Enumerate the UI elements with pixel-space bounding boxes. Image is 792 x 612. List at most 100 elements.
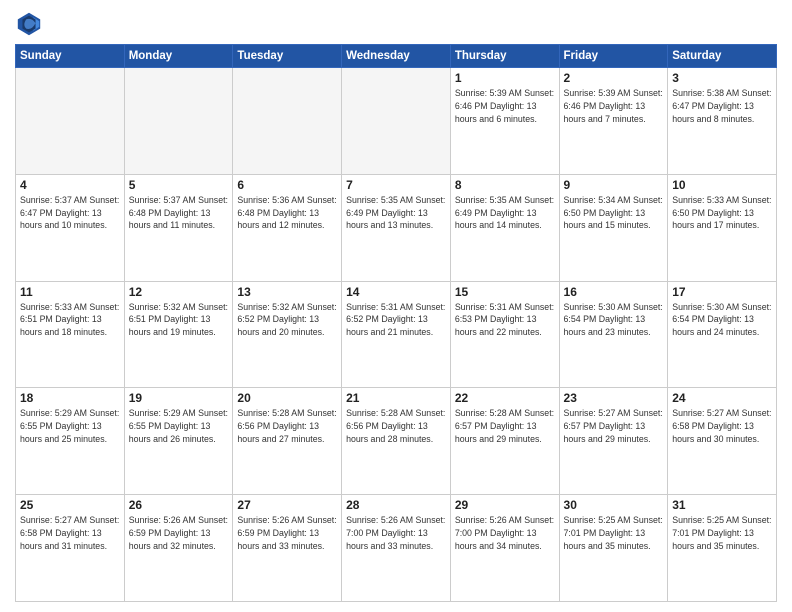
day-number: 5 bbox=[129, 178, 229, 192]
day-info: Sunrise: 5:26 AM Sunset: 7:00 PM Dayligh… bbox=[455, 514, 555, 552]
day-cell: 30 Sunrise: 5:25 AM Sunset: 7:01 PM Dayli… bbox=[559, 495, 668, 602]
day-info: Sunrise: 5:39 AM Sunset: 6:46 PM Dayligh… bbox=[564, 87, 664, 125]
day-number: 1 bbox=[455, 71, 555, 85]
col-header-thursday: Thursday bbox=[450, 45, 559, 68]
day-cell: 6 Sunrise: 5:36 AM Sunset: 6:48 PM Daylig… bbox=[233, 174, 342, 281]
day-number: 20 bbox=[237, 391, 337, 405]
day-info: Sunrise: 5:33 AM Sunset: 6:50 PM Dayligh… bbox=[672, 194, 772, 232]
day-info: Sunrise: 5:28 AM Sunset: 6:57 PM Dayligh… bbox=[455, 407, 555, 445]
day-cell: 7 Sunrise: 5:35 AM Sunset: 6:49 PM Daylig… bbox=[342, 174, 451, 281]
day-info: Sunrise: 5:35 AM Sunset: 6:49 PM Dayligh… bbox=[346, 194, 446, 232]
day-cell: 20 Sunrise: 5:28 AM Sunset: 6:56 PM Dayli… bbox=[233, 388, 342, 495]
day-cell: 31 Sunrise: 5:25 AM Sunset: 7:01 PM Dayli… bbox=[668, 495, 777, 602]
day-info: Sunrise: 5:27 AM Sunset: 6:57 PM Dayligh… bbox=[564, 407, 664, 445]
day-number: 15 bbox=[455, 285, 555, 299]
day-info: Sunrise: 5:37 AM Sunset: 6:48 PM Dayligh… bbox=[129, 194, 229, 232]
col-header-monday: Monday bbox=[124, 45, 233, 68]
day-info: Sunrise: 5:31 AM Sunset: 6:52 PM Dayligh… bbox=[346, 301, 446, 339]
week-row-1: 1 Sunrise: 5:39 AM Sunset: 6:46 PM Daylig… bbox=[16, 68, 777, 175]
day-number: 19 bbox=[129, 391, 229, 405]
day-cell: 4Sunrise: 5:37 AM Sunset: 6:47 PM Daylig… bbox=[16, 174, 125, 281]
day-info: Sunrise: 5:26 AM Sunset: 6:59 PM Dayligh… bbox=[237, 514, 337, 552]
day-cell: 24 Sunrise: 5:27 AM Sunset: 6:58 PM Dayli… bbox=[668, 388, 777, 495]
day-info: Sunrise: 5:34 AM Sunset: 6:50 PM Dayligh… bbox=[564, 194, 664, 232]
day-number: 21 bbox=[346, 391, 446, 405]
day-number: 28 bbox=[346, 498, 446, 512]
day-info: Sunrise: 5:35 AM Sunset: 6:49 PM Dayligh… bbox=[455, 194, 555, 232]
logo bbox=[15, 10, 47, 38]
day-cell: 5 Sunrise: 5:37 AM Sunset: 6:48 PM Daylig… bbox=[124, 174, 233, 281]
col-header-saturday: Saturday bbox=[668, 45, 777, 68]
day-info: Sunrise: 5:26 AM Sunset: 7:00 PM Dayligh… bbox=[346, 514, 446, 552]
calendar-table: SundayMondayTuesdayWednesdayThursdayFrid… bbox=[15, 44, 777, 602]
day-cell: 29Sunrise: 5:26 AM Sunset: 7:00 PM Dayli… bbox=[450, 495, 559, 602]
week-row-2: 4Sunrise: 5:37 AM Sunset: 6:47 PM Daylig… bbox=[16, 174, 777, 281]
day-number: 10 bbox=[672, 178, 772, 192]
day-info: Sunrise: 5:30 AM Sunset: 6:54 PM Dayligh… bbox=[564, 301, 664, 339]
week-row-3: 11Sunrise: 5:33 AM Sunset: 6:51 PM Dayli… bbox=[16, 281, 777, 388]
day-info: Sunrise: 5:27 AM Sunset: 6:58 PM Dayligh… bbox=[20, 514, 120, 552]
day-cell: 26 Sunrise: 5:26 AM Sunset: 6:59 PM Dayli… bbox=[124, 495, 233, 602]
day-number: 13 bbox=[237, 285, 337, 299]
week-row-5: 25Sunrise: 5:27 AM Sunset: 6:58 PM Dayli… bbox=[16, 495, 777, 602]
day-number: 16 bbox=[564, 285, 664, 299]
day-number: 22 bbox=[455, 391, 555, 405]
day-cell bbox=[342, 68, 451, 175]
day-info: Sunrise: 5:36 AM Sunset: 6:48 PM Dayligh… bbox=[237, 194, 337, 232]
day-number: 30 bbox=[564, 498, 664, 512]
day-cell: 12Sunrise: 5:32 AM Sunset: 6:51 PM Dayli… bbox=[124, 281, 233, 388]
logo-icon bbox=[15, 10, 43, 38]
day-cell: 14Sunrise: 5:31 AM Sunset: 6:52 PM Dayli… bbox=[342, 281, 451, 388]
day-cell: 19Sunrise: 5:29 AM Sunset: 6:55 PM Dayli… bbox=[124, 388, 233, 495]
day-cell: 9 Sunrise: 5:34 AM Sunset: 6:50 PM Daylig… bbox=[559, 174, 668, 281]
day-info: Sunrise: 5:33 AM Sunset: 6:51 PM Dayligh… bbox=[20, 301, 120, 339]
day-number: 8 bbox=[455, 178, 555, 192]
day-number: 6 bbox=[237, 178, 337, 192]
day-info: Sunrise: 5:25 AM Sunset: 7:01 PM Dayligh… bbox=[564, 514, 664, 552]
day-cell: 21 Sunrise: 5:28 AM Sunset: 6:56 PM Dayli… bbox=[342, 388, 451, 495]
day-cell: 13 Sunrise: 5:32 AM Sunset: 6:52 PM Dayli… bbox=[233, 281, 342, 388]
day-cell: 16 Sunrise: 5:30 AM Sunset: 6:54 PM Dayli… bbox=[559, 281, 668, 388]
day-number: 18 bbox=[20, 391, 120, 405]
day-cell: 1 Sunrise: 5:39 AM Sunset: 6:46 PM Daylig… bbox=[450, 68, 559, 175]
day-info: Sunrise: 5:25 AM Sunset: 7:01 PM Dayligh… bbox=[672, 514, 772, 552]
day-cell: 27 Sunrise: 5:26 AM Sunset: 6:59 PM Dayli… bbox=[233, 495, 342, 602]
day-info: Sunrise: 5:38 AM Sunset: 6:47 PM Dayligh… bbox=[672, 87, 772, 125]
day-info: Sunrise: 5:32 AM Sunset: 6:52 PM Dayligh… bbox=[237, 301, 337, 339]
col-header-sunday: Sunday bbox=[16, 45, 125, 68]
day-cell: 8 Sunrise: 5:35 AM Sunset: 6:49 PM Daylig… bbox=[450, 174, 559, 281]
col-header-tuesday: Tuesday bbox=[233, 45, 342, 68]
day-number: 24 bbox=[672, 391, 772, 405]
day-number: 26 bbox=[129, 498, 229, 512]
day-cell: 28 Sunrise: 5:26 AM Sunset: 7:00 PM Dayli… bbox=[342, 495, 451, 602]
col-header-wednesday: Wednesday bbox=[342, 45, 451, 68]
day-cell: 17 Sunrise: 5:30 AM Sunset: 6:54 PM Dayli… bbox=[668, 281, 777, 388]
day-number: 9 bbox=[564, 178, 664, 192]
day-number: 27 bbox=[237, 498, 337, 512]
day-info: Sunrise: 5:28 AM Sunset: 6:56 PM Dayligh… bbox=[237, 407, 337, 445]
day-cell: 23 Sunrise: 5:27 AM Sunset: 6:57 PM Dayli… bbox=[559, 388, 668, 495]
day-info: Sunrise: 5:30 AM Sunset: 6:54 PM Dayligh… bbox=[672, 301, 772, 339]
day-cell: 2 Sunrise: 5:39 AM Sunset: 6:46 PM Daylig… bbox=[559, 68, 668, 175]
col-header-friday: Friday bbox=[559, 45, 668, 68]
day-cell bbox=[233, 68, 342, 175]
day-info: Sunrise: 5:37 AM Sunset: 6:47 PM Dayligh… bbox=[20, 194, 120, 232]
week-row-4: 18Sunrise: 5:29 AM Sunset: 6:55 PM Dayli… bbox=[16, 388, 777, 495]
day-number: 23 bbox=[564, 391, 664, 405]
day-info: Sunrise: 5:31 AM Sunset: 6:53 PM Dayligh… bbox=[455, 301, 555, 339]
day-number: 17 bbox=[672, 285, 772, 299]
day-info: Sunrise: 5:28 AM Sunset: 6:56 PM Dayligh… bbox=[346, 407, 446, 445]
day-number: 2 bbox=[564, 71, 664, 85]
day-cell: 15 Sunrise: 5:31 AM Sunset: 6:53 PM Dayli… bbox=[450, 281, 559, 388]
day-info: Sunrise: 5:27 AM Sunset: 6:58 PM Dayligh… bbox=[672, 407, 772, 445]
calendar-header-row: SundayMondayTuesdayWednesdayThursdayFrid… bbox=[16, 45, 777, 68]
day-number: 7 bbox=[346, 178, 446, 192]
day-cell: 22 Sunrise: 5:28 AM Sunset: 6:57 PM Dayli… bbox=[450, 388, 559, 495]
day-number: 31 bbox=[672, 498, 772, 512]
page: SundayMondayTuesdayWednesdayThursdayFrid… bbox=[0, 0, 792, 612]
day-cell bbox=[16, 68, 125, 175]
day-cell: 11Sunrise: 5:33 AM Sunset: 6:51 PM Dayli… bbox=[16, 281, 125, 388]
day-info: Sunrise: 5:32 AM Sunset: 6:51 PM Dayligh… bbox=[129, 301, 229, 339]
day-info: Sunrise: 5:39 AM Sunset: 6:46 PM Dayligh… bbox=[455, 87, 555, 125]
day-info: Sunrise: 5:26 AM Sunset: 6:59 PM Dayligh… bbox=[129, 514, 229, 552]
